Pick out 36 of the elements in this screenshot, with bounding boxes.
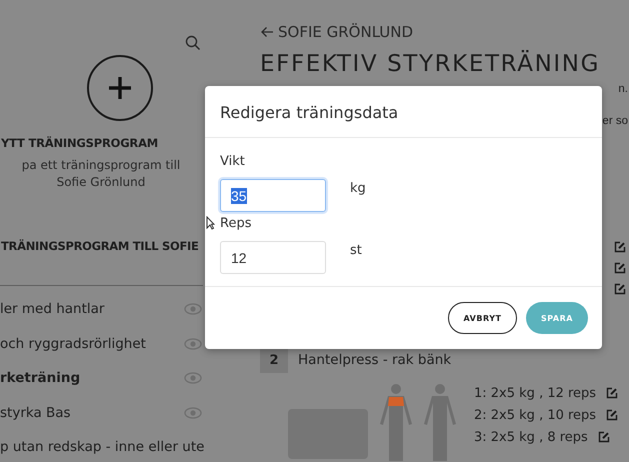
program-item[interactable]: ler med hantlar (0, 301, 104, 318)
edit-icon[interactable] (614, 241, 626, 253)
plus-icon (107, 75, 133, 101)
exercise-number: 2 (260, 347, 288, 373)
set-text: 1: 2x5 kg , 12 reps (474, 386, 596, 400)
unit-label: kg (350, 181, 366, 196)
edit-icon[interactable] (606, 387, 618, 399)
edit-icon[interactable] (598, 431, 610, 443)
input-field[interactable]: 35 (220, 179, 326, 212)
field-label: Vikt (220, 154, 246, 169)
program-item[interactable]: p utan redskap - inne eller ute (0, 439, 204, 456)
dialog-title: Redigera träningsdata (205, 86, 602, 138)
input-field[interactable]: 12 (220, 241, 326, 274)
arrow-left-icon (260, 26, 274, 38)
edit-icon[interactable] (614, 262, 626, 274)
program-item[interactable]: och ryggradsrörlighet (0, 336, 146, 352)
search-icon[interactable] (185, 35, 201, 51)
set-text: 3: 2x5 kg , 8 reps (474, 430, 588, 444)
page-title: EFFEKTIV STYRKETRÄNING (260, 51, 602, 77)
description-text: n. (618, 83, 628, 95)
add-program-button[interactable] (87, 55, 153, 121)
new-program-description: pa ett träningsprogram till Sofie Grönlund (20, 157, 182, 191)
save-button[interactable]: SPARA (526, 302, 588, 334)
set-text: 2: 2x5 kg , 10 reps (474, 408, 596, 422)
field-label: Reps (220, 216, 252, 231)
program-item[interactable]: rketräning (0, 370, 80, 386)
unit-label: st (350, 243, 362, 258)
edit-icon[interactable] (614, 283, 626, 295)
program-item[interactable]: styrka Bas (0, 404, 71, 421)
section-heading: TRÄNINGSPROGRAM TILL SOFIE (1, 239, 199, 253)
back-link[interactable]: SOFIE GRÖNLUND (260, 23, 629, 41)
new-program-title: YTT TRÄNINGSPROGRAM (1, 136, 158, 150)
edit-icon[interactable] (606, 409, 618, 421)
description-text: er so (602, 115, 628, 127)
exercise-name: Hantelpress - rak bänk (298, 352, 452, 368)
cancel-button[interactable]: AVBRYT (448, 302, 517, 334)
